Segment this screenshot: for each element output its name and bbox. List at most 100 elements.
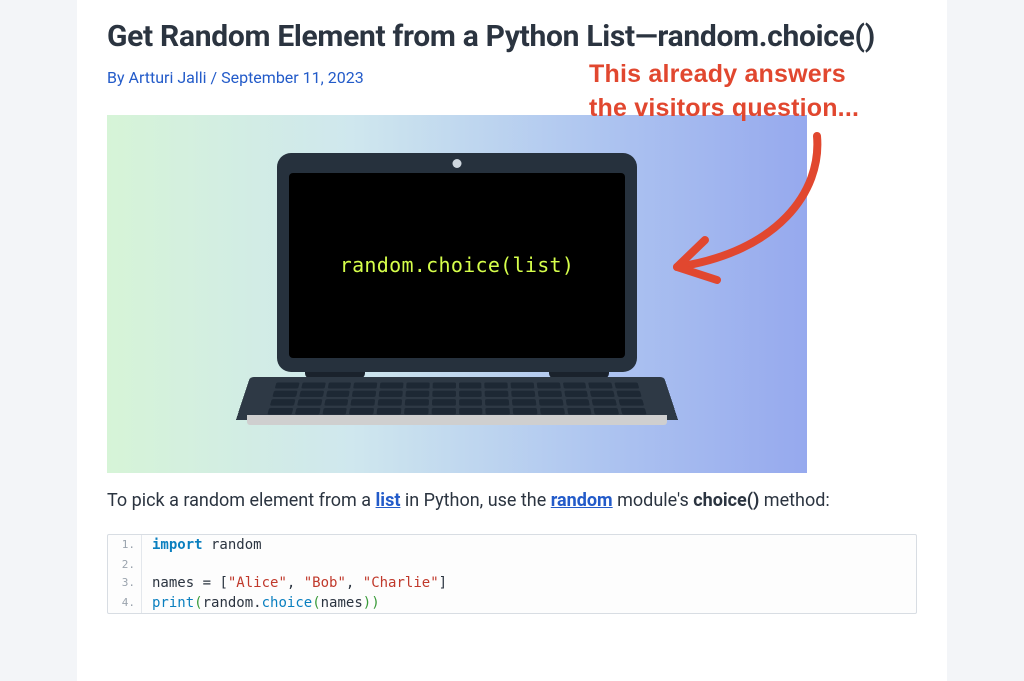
key-icon — [432, 382, 455, 388]
code-token: names — [152, 575, 203, 591]
key-icon — [351, 399, 376, 406]
link-list[interactable]: list — [376, 490, 401, 511]
laptop-illustration: random.choice(list) — [277, 153, 637, 449]
key-icon — [299, 390, 324, 396]
code-token: print — [152, 595, 194, 611]
screen-code-text: random.choice(list) — [340, 253, 574, 277]
key-icon — [511, 382, 535, 388]
annotation-line: the visitors question... — [589, 92, 939, 126]
code-token: ) — [371, 595, 379, 611]
key-icon — [379, 390, 403, 396]
byline-sep: / — [207, 68, 222, 87]
key-icon — [486, 407, 510, 414]
code-token: = — [203, 575, 220, 591]
code-line: 4print(random.choice(names)) — [108, 593, 916, 613]
code-token: random. — [203, 595, 262, 611]
line-number: 1 — [108, 535, 142, 555]
key-icon — [540, 407, 565, 414]
key-icon — [327, 382, 351, 388]
key-icon — [564, 390, 589, 396]
key-icon — [459, 399, 483, 406]
key-icon — [295, 407, 321, 414]
code-line: 3names = ["Alice", "Bob", "Charlie"] — [108, 573, 916, 593]
key-icon — [352, 390, 376, 396]
key-icon — [617, 390, 642, 396]
key-icon — [589, 382, 613, 388]
intro-text: method: — [759, 490, 829, 511]
code-token: ) — [363, 595, 371, 611]
code-token: "Charlie" — [363, 575, 439, 591]
keyboard-keys — [267, 382, 646, 414]
key-icon — [485, 399, 509, 406]
laptop-base-lip — [247, 415, 667, 425]
key-icon — [405, 399, 429, 406]
article-page: Get Random Element from a Python List—ra… — [77, 0, 947, 681]
code-token: "Alice" — [228, 575, 287, 591]
key-icon — [594, 407, 620, 414]
key-icon — [537, 382, 561, 388]
code-content: print(random.choice(names)) — [142, 593, 390, 613]
author-link[interactable]: Artturi Jalli — [129, 68, 207, 87]
link-random[interactable]: random — [551, 490, 613, 511]
key-icon — [404, 407, 428, 414]
date-link[interactable]: September 11, 2023 — [221, 68, 364, 87]
line-number: 2 — [108, 555, 142, 573]
code-token: , — [287, 575, 304, 591]
key-icon — [615, 382, 640, 388]
laptop-lid: random.choice(list) — [277, 153, 637, 372]
code-token: ] — [439, 575, 447, 591]
key-icon — [563, 382, 587, 388]
code-token: choice — [262, 595, 313, 611]
key-icon — [322, 407, 347, 414]
key-icon — [513, 407, 538, 414]
key-icon — [432, 390, 456, 396]
annotation-line: This already answers — [589, 58, 939, 92]
laptop-keyboard-deck — [236, 377, 678, 420]
line-number: 3 — [108, 573, 142, 593]
key-icon — [592, 399, 617, 406]
key-icon — [272, 390, 297, 396]
key-icon — [567, 407, 592, 414]
key-icon — [459, 390, 483, 396]
byline-prefix: By — [107, 68, 129, 87]
key-icon — [380, 382, 404, 388]
code-token: random — [203, 537, 262, 553]
key-icon — [590, 390, 615, 396]
key-icon — [539, 399, 564, 406]
key-icon — [512, 399, 536, 406]
page-title: Get Random Element from a Python List—ra… — [107, 18, 917, 56]
key-icon — [485, 382, 508, 388]
code-token: ( — [312, 595, 320, 611]
line-number: 4 — [108, 593, 142, 613]
key-icon — [378, 399, 402, 406]
code-token: [ — [219, 575, 227, 591]
key-icon — [297, 399, 322, 406]
key-icon — [621, 407, 647, 414]
key-icon — [538, 390, 562, 396]
intro-text: To pick a random element from a — [107, 490, 376, 511]
intro-text: module's — [613, 490, 694, 511]
intro-text: in Python, use the — [400, 490, 550, 511]
code-token: names — [321, 595, 363, 611]
key-icon — [485, 390, 509, 396]
key-icon — [324, 399, 349, 406]
code-token: ( — [194, 595, 202, 611]
key-icon — [405, 390, 429, 396]
intro-paragraph: To pick a random element from a list in … — [107, 487, 917, 514]
key-icon — [270, 399, 295, 406]
key-icon — [349, 407, 374, 414]
code-token: "Bob" — [304, 575, 346, 591]
key-icon — [432, 399, 456, 406]
code-content: import random — [142, 535, 272, 555]
code-line: 1import random — [108, 535, 916, 555]
key-icon — [431, 407, 455, 414]
code-content — [142, 555, 162, 573]
camera-dot-icon — [453, 159, 462, 168]
code-content: names = ["Alice", "Bob", "Charlie"] — [142, 573, 457, 593]
code-line: 2 — [108, 555, 916, 573]
hero-image: random.choice(list) — [107, 115, 807, 473]
key-icon — [353, 382, 377, 388]
intro-bold: choice() — [693, 490, 759, 511]
code-block: 1import random23names = ["Alice", "Bob",… — [107, 534, 917, 615]
key-icon — [267, 407, 293, 414]
